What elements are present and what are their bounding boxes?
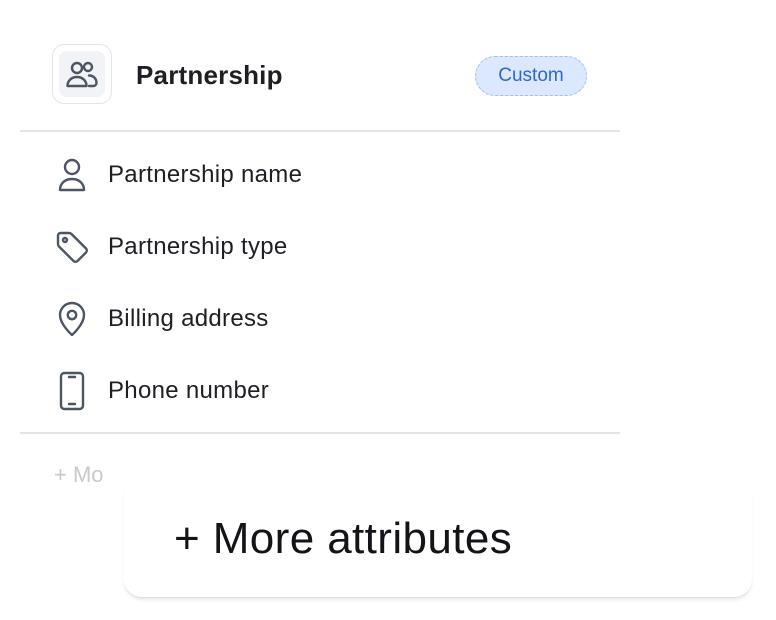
more-attributes-link-faded[interactable]: + Mo <box>54 462 104 488</box>
custom-badge: Custom <box>475 56 587 96</box>
attribute-label: Partnership type <box>108 233 288 260</box>
attribute-row-partnership-name[interactable]: Partnership name <box>48 155 608 195</box>
attribute-label: Partnership name <box>108 161 303 188</box>
attribute-row-billing-address[interactable]: Billing address <box>48 299 608 339</box>
object-card: Partnership Custom Partnership name Part… <box>20 0 620 520</box>
object-title: Partnership <box>136 60 283 90</box>
more-attributes-popover[interactable]: + More attributes <box>124 478 752 598</box>
map-pin-icon <box>48 299 96 339</box>
footer-divider <box>20 432 620 434</box>
object-icon-frame <box>52 44 112 104</box>
object-header: Partnership Custom <box>20 44 620 108</box>
attribute-row-partnership-type[interactable]: Partnership type <box>48 227 608 267</box>
attribute-row-phone-number[interactable]: Phone number <box>48 371 608 411</box>
attribute-label: Phone number <box>108 377 270 404</box>
phone-icon <box>48 371 96 411</box>
attribute-label: Billing address <box>108 305 269 332</box>
tag-icon <box>48 227 96 267</box>
person-icon <box>48 155 96 195</box>
more-attributes-button[interactable]: + More attributes <box>174 514 512 564</box>
users-icon <box>59 51 105 97</box>
header-divider <box>20 130 620 132</box>
